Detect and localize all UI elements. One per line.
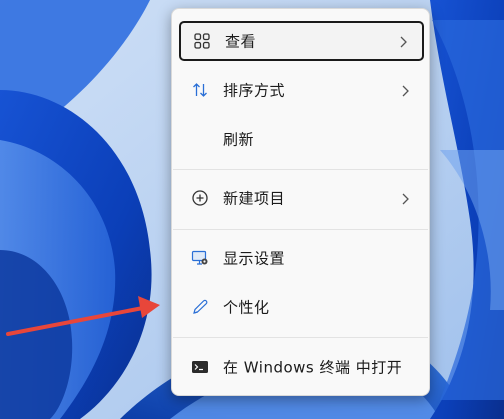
menu-item-personalize[interactable]: 个性化 — [179, 287, 424, 327]
chevron-right-icon — [400, 83, 410, 97]
menu-item-refresh[interactable]: 刷新 — [179, 119, 424, 159]
menu-separator — [173, 337, 428, 338]
pen-icon — [191, 298, 209, 316]
menu-item-label: 刷新 — [223, 130, 255, 149]
menu-item-display-settings[interactable]: 显示设置 — [179, 238, 424, 278]
chevron-right-icon — [400, 191, 410, 205]
desktop-context-menu: 查看 排序方式 刷新 新建项目 显示设置 个性化 在 Windows 终端 中打… — [171, 8, 430, 396]
menu-item-open-in-terminal[interactable]: 在 Windows 终端 中打开 — [179, 347, 424, 387]
plus-circle-icon — [191, 189, 209, 207]
menu-item-label: 个性化 — [223, 298, 270, 317]
menu-item-label: 新建项目 — [223, 189, 286, 208]
chevron-right-icon — [398, 34, 408, 48]
sort-arrows-icon — [191, 81, 209, 99]
menu-item-label: 排序方式 — [223, 81, 286, 100]
menu-item-view[interactable]: 查看 — [179, 21, 424, 61]
menu-separator — [173, 169, 428, 170]
menu-item-label: 显示设置 — [223, 249, 286, 268]
menu-item-label: 在 Windows 终端 中打开 — [223, 358, 403, 377]
menu-item-new[interactable]: 新建项目 — [179, 178, 424, 218]
menu-item-sort-by[interactable]: 排序方式 — [179, 70, 424, 110]
display-settings-icon — [191, 249, 209, 267]
view-grid-icon — [193, 32, 211, 50]
menu-separator — [173, 229, 428, 230]
terminal-icon — [191, 358, 209, 376]
menu-item-label: 查看 — [225, 32, 257, 51]
